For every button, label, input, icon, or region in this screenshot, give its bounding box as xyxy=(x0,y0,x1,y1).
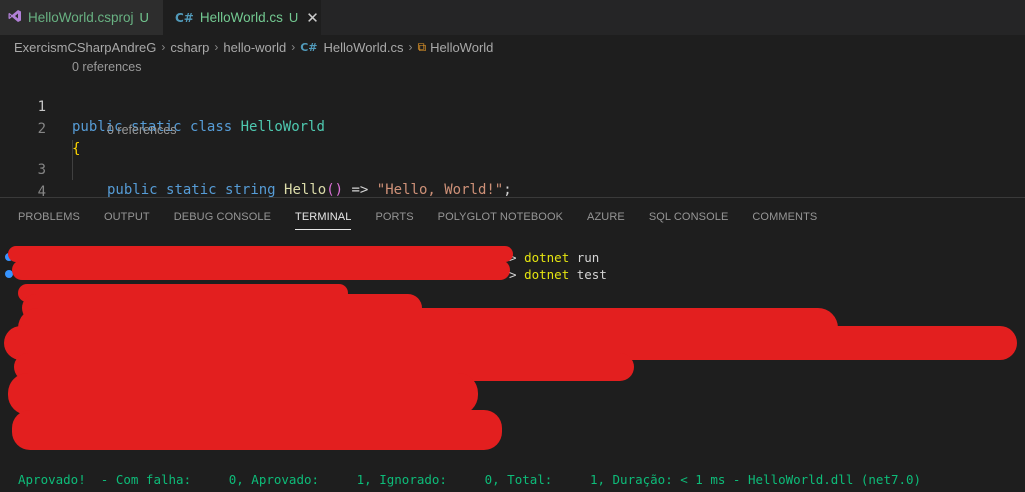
breadcrumb-item[interactable]: HelloWorld.cs xyxy=(324,40,404,55)
csharp-icon: C# xyxy=(300,40,318,54)
terminal-command: dotnet xyxy=(524,267,570,282)
breadcrumb-item[interactable]: HelloWorld xyxy=(430,40,493,55)
line-number: 2 xyxy=(37,121,46,137)
close-icon[interactable]: ✕ xyxy=(306,9,319,27)
breadcrumb-item[interactable]: csharp xyxy=(170,40,209,55)
keyword: class xyxy=(190,119,233,135)
chevron-right-icon: › xyxy=(291,40,296,54)
tab-sql-console[interactable]: SQL CONSOLE xyxy=(637,198,741,236)
tab-label: HelloWorld.csproj xyxy=(28,10,134,25)
chevron-right-icon: › xyxy=(161,40,166,54)
code-line: 2 { xyxy=(0,99,1025,157)
tab-helloworld-csproj[interactable]: HelloWorld.csproj U xyxy=(0,0,163,35)
redaction-mark xyxy=(8,373,478,415)
tab-comments[interactable]: COMMENTS xyxy=(740,198,829,236)
terminal-line: > dotnet run xyxy=(509,250,600,265)
tab-debug-console[interactable]: DEBUG CONSOLE xyxy=(162,198,283,236)
tab-output[interactable]: OUTPUT xyxy=(92,198,162,236)
redaction-mark xyxy=(12,410,502,450)
csharp-icon: C# xyxy=(175,10,194,25)
code-line: 5 xyxy=(0,184,1025,196)
tab-helloworld-cs[interactable]: C# HelloWorld.cs U ✕ xyxy=(163,0,321,35)
code-line: 4 } xyxy=(0,162,1025,220)
class-symbol-icon: ⧉ xyxy=(417,39,427,54)
code-line: 3 public static string Hello() => "Hello… xyxy=(0,140,1025,198)
codelens-references[interactable]: 0 references xyxy=(72,60,141,74)
test-result-line: Aprovado! - Com falha: 0, Aprovado: 1, I… xyxy=(18,472,922,487)
visual-studio-icon xyxy=(8,9,22,26)
codelens-references[interactable]: 0 references xyxy=(107,123,176,137)
untracked-badge: U xyxy=(139,10,149,25)
breadcrumb-item[interactable]: ExercismCSharpAndreG xyxy=(14,40,156,55)
breadcrumb: ExercismCSharpAndreG › csharp › hello-wo… xyxy=(14,38,493,56)
tab-ports[interactable]: PORTS xyxy=(363,198,425,236)
class-name: HelloWorld xyxy=(240,119,325,135)
tab-terminal[interactable]: TERMINAL xyxy=(283,198,363,236)
tab-polyglot-notebook[interactable]: POLYGLOT NOTEBOOK xyxy=(426,198,575,236)
tab-problems[interactable]: PROBLEMS xyxy=(0,198,92,236)
breadcrumb-item[interactable]: hello-world xyxy=(223,40,286,55)
chevron-right-icon: › xyxy=(408,40,413,54)
panel-tabs: PROBLEMS OUTPUT DEBUG CONSOLE TERMINAL P… xyxy=(0,198,829,236)
untracked-badge: U xyxy=(288,10,299,25)
bottom-panel: PROBLEMS OUTPUT DEBUG CONSOLE TERMINAL P… xyxy=(0,197,1025,492)
terminal-command: dotnet xyxy=(524,250,570,265)
code-line: 1 public static class HelloWorld xyxy=(0,77,1025,135)
chevron-right-icon: › xyxy=(214,40,219,54)
tab-azure[interactable]: AZURE xyxy=(575,198,637,236)
redaction-mark xyxy=(12,260,510,280)
tab-label: HelloWorld.cs xyxy=(199,10,283,25)
terminal-line: > dotnet test xyxy=(509,267,607,282)
editor-tab-bar: HelloWorld.csproj U C# HelloWorld.cs U ✕ xyxy=(0,0,1025,35)
